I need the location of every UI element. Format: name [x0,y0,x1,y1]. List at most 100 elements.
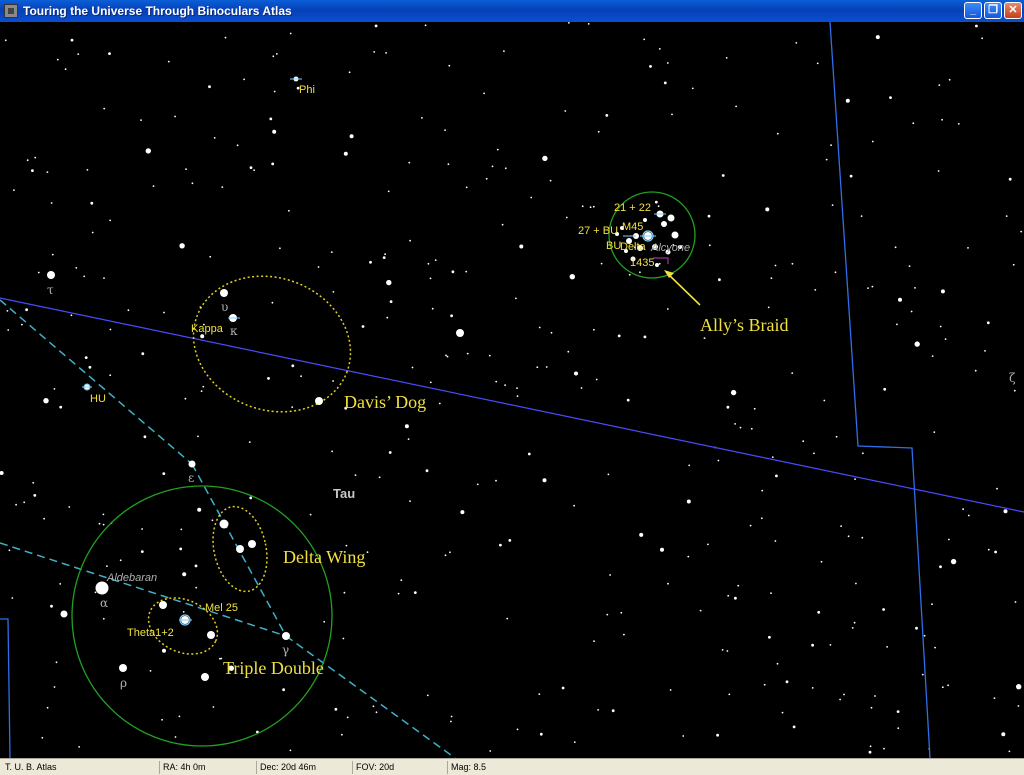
background-star [195,586,198,589]
background-star [431,307,434,310]
background-star [592,205,595,208]
background-star [384,253,386,256]
background-star [774,264,777,267]
background-star [802,440,805,443]
background-star [939,565,942,569]
background-star [386,279,392,286]
background-star [707,543,709,546]
background-star [427,262,430,265]
background-star [282,688,285,692]
background-star [444,554,447,557]
background-star [617,334,621,338]
background-star [829,644,832,646]
background-star [595,378,598,381]
background-star [425,469,429,473]
background-star [549,179,552,182]
background-star [389,300,393,303]
maximize-button[interactable]: ❐ [984,2,1002,19]
background-star [221,186,224,189]
app-icon[interactable] [4,4,18,18]
background-star [180,528,183,531]
background-star [775,474,778,478]
background-star [855,582,857,585]
background-star [476,483,479,486]
background-star [50,604,53,608]
background-star [931,355,934,357]
background-star [37,271,40,274]
status-dec: Dec: 20d 46m [256,761,352,774]
background-star [567,350,570,353]
background-star [875,35,880,40]
background-star [86,169,89,171]
background-star [716,733,719,737]
label-alcyone: Alcyone [650,242,690,254]
background-star [658,48,661,50]
background-star [519,244,524,249]
star-tau [47,271,55,279]
background-star [889,96,892,99]
label-27: 27 + BU [578,225,618,237]
background-star [847,535,850,538]
background-star [542,478,547,483]
star-delta3 [248,540,256,548]
background-star [536,366,539,369]
background-star [56,58,59,61]
background-star [727,594,730,597]
background-star [597,709,599,711]
background-star [275,53,278,55]
label-21-22: 21 + 22 [614,202,651,214]
minimize-button[interactable]: _ [964,2,982,19]
label-kappa: Kappa [191,323,224,335]
background-star [538,693,541,695]
background-star [343,591,346,594]
background-star [734,596,737,600]
background-star [330,251,333,254]
background-star [289,32,292,35]
background-star [209,255,212,258]
background-star [1017,705,1020,707]
background-star [184,397,187,400]
background-star [346,716,349,719]
background-star [317,266,320,268]
background-star [343,151,348,156]
background-star [581,205,584,208]
background-star [25,308,28,312]
status-bar: T. U. B. Atlas RA: 4h 0m Dec: 20d 46m FO… [0,758,1024,775]
background-star [504,167,507,170]
background-star [15,503,17,506]
background-star [288,209,290,212]
background-star [26,159,29,162]
background-star [271,301,274,304]
label-zeta: ζ [1009,371,1016,385]
background-star [143,435,147,439]
background-star [374,24,378,28]
background-star [291,406,294,408]
background-star [691,87,694,90]
background-star [46,706,49,709]
star-chart[interactable]: Phi HU Kappa Mel 25 Theta1+2 21 + 22 M45… [0,22,1024,758]
background-star [761,489,764,492]
background-star [94,591,97,594]
background-star [699,609,702,612]
background-star [811,643,814,647]
background-star [860,215,863,218]
close-button[interactable]: ✕ [1004,2,1022,19]
background-star [407,438,410,440]
background-star [516,395,519,397]
background-star [994,550,997,554]
star-epsilon [188,460,196,468]
background-star [212,706,215,708]
background-star [1012,263,1015,266]
background-star [703,337,706,339]
background-star [950,558,957,565]
background-star [894,246,897,249]
background-star [606,613,609,616]
background-star [530,196,533,199]
background-star [735,105,737,108]
background-star [845,98,850,103]
background-star [569,274,575,280]
background-star [767,306,770,309]
background-star [538,326,541,329]
background-star [243,78,246,81]
background-star [272,55,275,58]
